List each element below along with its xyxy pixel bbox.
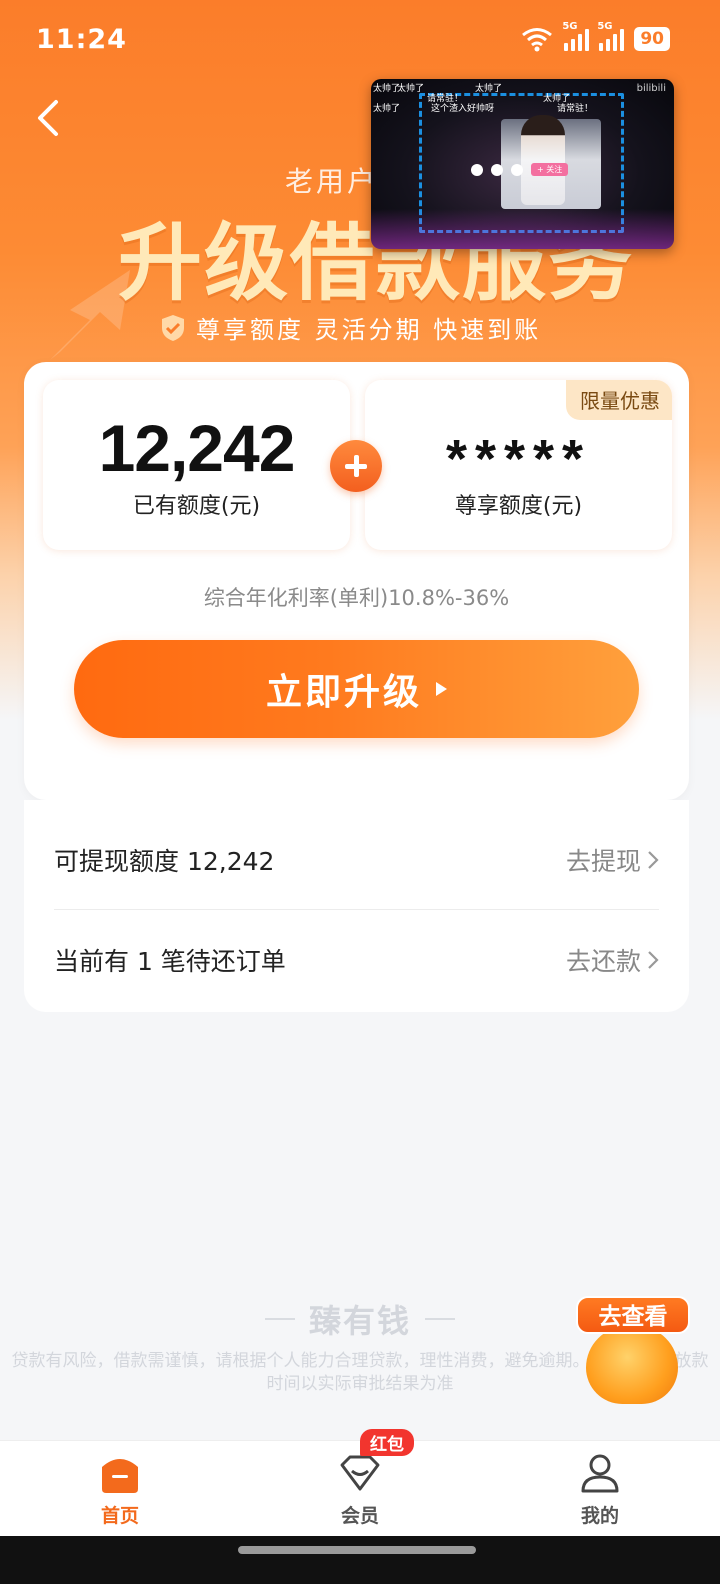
status-icons: 5G 5G 90 — [520, 21, 670, 54]
vip-quota-value: ***** — [445, 429, 592, 489]
withdrawable-amount-text: 可提现额度 12,242 — [54, 846, 275, 876]
chevron-right-icon — [648, 951, 659, 969]
tab-profile-label: 我的 — [580, 1505, 619, 1527]
danmu-text: 请常驻！ — [557, 104, 594, 114]
hero-features: 尊享额度 灵活分期 快速到账 — [160, 310, 541, 345]
status-time: 11:24 — [36, 24, 127, 55]
wifi-icon — [522, 28, 553, 52]
danmu-text: 太帅了 — [475, 84, 503, 94]
danmu-text: 这个渣入好帅呀 — [431, 104, 495, 114]
coin-icon[interactable] — [491, 163, 503, 176]
tab-member-label: 会员 — [340, 1505, 379, 1527]
hero-subtitle: 老用户 — [285, 165, 379, 198]
home-icon — [102, 1459, 138, 1493]
shield-check-icon — [162, 314, 184, 341]
upgrade-now-button[interactable]: 立即升级 — [74, 640, 639, 738]
pip-controls: + 关注 — [471, 163, 569, 176]
withdraw-link[interactable]: 去提现 — [566, 842, 659, 878]
plus-icon — [330, 440, 382, 492]
account-info-card: 可提现额度 12,242 去提现 当前有 1 笔待还订单 去还款 — [24, 800, 689, 1012]
bottom-tab-bar: 首页 会员 我的 红包 — [0, 1429, 720, 1536]
footer-brand-text: 臻有钱 — [308, 1302, 411, 1340]
like-icon[interactable] — [471, 163, 483, 176]
hero-features-text: 尊享额度 灵活分期 快速到账 — [196, 316, 542, 344]
repay-link[interactable]: 去还款 — [566, 942, 659, 978]
chevron-right-icon — [648, 850, 659, 869]
home-indicator[interactable] — [238, 1546, 476, 1554]
signal-icon: 5G — [597, 21, 625, 51]
divider — [425, 1318, 455, 1320]
view-more-label: 去查看 — [576, 1296, 690, 1334]
danmu-text: 太帅了 — [397, 84, 425, 94]
follow-button[interactable]: + 关注 — [531, 163, 569, 176]
interest-rate-text: 综合年化利率(单利)10.8%-36% — [203, 586, 510, 610]
pip-brand: bilibili — [636, 83, 666, 94]
pending-orders-text: 当前有 1 笔待还订单 — [54, 947, 286, 976]
pip-video-stage — [371, 209, 674, 249]
vip-quota-box: 限量优惠 ***** 尊享额度(元) — [365, 380, 672, 550]
upgrade-button-label: 立即升级 — [265, 672, 422, 713]
repay-row[interactable]: 当前有 1 笔待还订单 去还款 — [54, 910, 659, 1010]
tab-profile[interactable]: 我的 — [480, 1441, 720, 1536]
member-icon — [340, 1455, 380, 1491]
signal-icon: 5G — [562, 21, 590, 51]
danmu-text: 太帅了 — [373, 104, 401, 114]
tab-home-label: 首页 — [100, 1505, 139, 1527]
money-bag-icon — [586, 1326, 678, 1404]
view-more-float-button[interactable]: 去查看 — [576, 1296, 690, 1406]
upgrade-card: 12,242 已有额度(元) 限量优惠 ***** 尊享额度(元) 综合年化利率… — [24, 362, 689, 800]
danmu-text: 太帅了 — [373, 84, 401, 94]
limited-offer-tag: 限量优惠 — [566, 380, 672, 420]
existing-quota-box: 12,242 已有额度(元) — [43, 380, 350, 550]
withdraw-link-label: 去提现 — [565, 846, 641, 876]
profile-icon — [581, 1454, 619, 1493]
play-arrow-icon — [436, 682, 447, 696]
repay-link-label: 去还款 — [565, 947, 641, 976]
vip-quota-label: 尊享额度(元) — [454, 494, 583, 519]
existing-quota-label: 已有额度(元) — [132, 494, 261, 519]
withdraw-row[interactable]: 可提现额度 12,242 去提现 — [54, 810, 659, 910]
battery-icon: 90 — [634, 27, 670, 51]
tab-home[interactable]: 首页 — [0, 1441, 240, 1536]
red-packet-badge: 红包 — [360, 1429, 414, 1456]
back-arrow-icon[interactable] — [30, 96, 70, 140]
system-nav-bar — [0, 1536, 720, 1584]
star-icon[interactable] — [511, 163, 523, 176]
existing-quota-value: 12,242 — [98, 411, 296, 485]
status-bar: 11:24 5G 5G 90 — [0, 0, 720, 80]
pip-video-window[interactable]: 太帅了 太帅了 太帅了 请常驻！ 太帅了 这个渣入好帅呀 请常驻！ 太帅了 bi… — [371, 79, 674, 249]
divider — [264, 1318, 295, 1320]
